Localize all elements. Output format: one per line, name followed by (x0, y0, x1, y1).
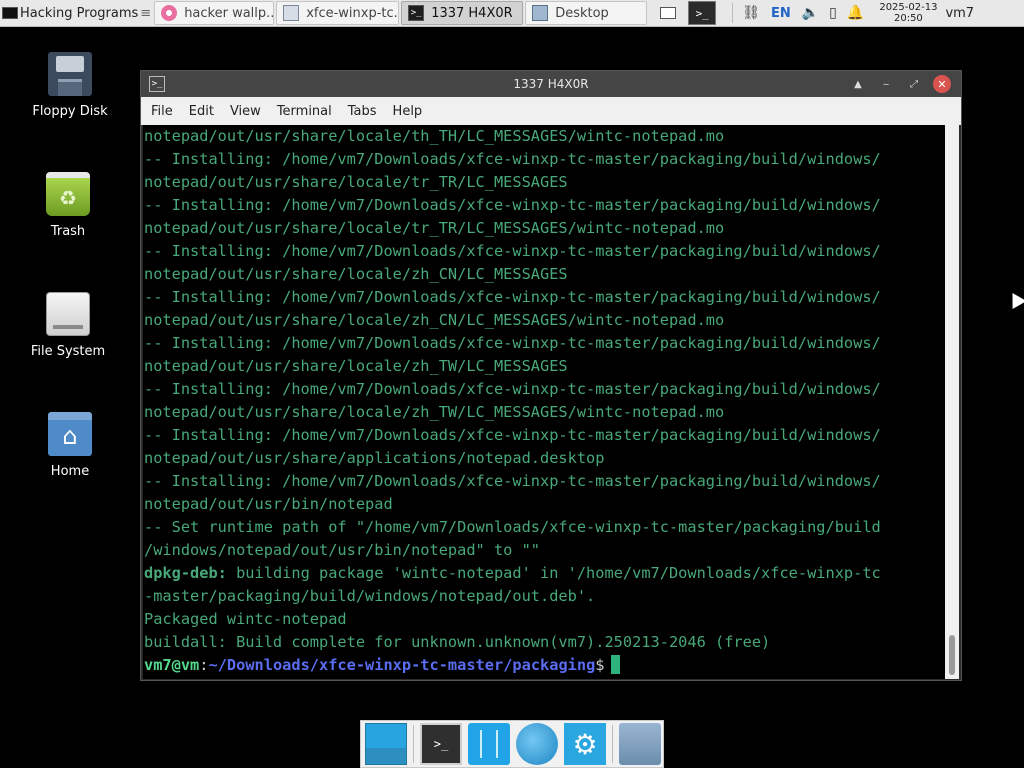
task-label: hacker wallp... (184, 5, 275, 21)
desktop-icon (532, 5, 549, 21)
menu-edit[interactable]: Edit (181, 104, 222, 119)
menu-terminal[interactable]: Terminal (269, 104, 340, 119)
scrollbar-thumb[interactable] (949, 635, 955, 675)
floppy-disk-icon (48, 52, 92, 96)
output-line: notepad/out/usr/share/applications/notep… (144, 449, 605, 467)
prompt-user: vm7@vm (144, 656, 200, 674)
file-manager-icon[interactable] (468, 723, 510, 765)
browser-icon (161, 5, 178, 21)
desktop-icon-file-system[interactable]: File System (18, 292, 118, 359)
applications-menu-label: Hacking Programs (20, 5, 139, 21)
clock[interactable]: 2025-02-13 20:50 (879, 2, 937, 24)
task-terminal[interactable]: >_ 1337 H4X0R (401, 1, 524, 25)
output-line: -- Installing: /home/vm7/Downloads/xfce-… (144, 196, 881, 214)
folder-icon[interactable] (619, 723, 661, 765)
task-label: 1337 H4X0R (431, 5, 513, 21)
output-line: -- Installing: /home/vm7/Downloads/xfce-… (144, 150, 881, 168)
folder-icon (283, 5, 300, 21)
scrollbar[interactable] (945, 125, 959, 679)
applications-menu-button[interactable]: Hacking Programs ≡ (0, 0, 153, 27)
output-line: -- Installing: /home/vm7/Downloads/xfce-… (144, 380, 881, 398)
user-menu[interactable]: vm7 (945, 6, 974, 21)
dock: >_ ⚙ (360, 720, 664, 768)
separator (612, 725, 613, 763)
output-line: -- Installing: /home/vm7/Downloads/xfce-… (144, 472, 881, 490)
desktop-icon-trash[interactable]: Trash (18, 172, 118, 239)
volume-icon[interactable]: 🔈 (802, 5, 819, 21)
minimize-button[interactable]: ‒ (877, 75, 895, 93)
terminal-icon[interactable]: >_ (420, 723, 462, 765)
trash-icon (46, 172, 90, 216)
show-desktop-icon[interactable] (365, 723, 407, 765)
battery-icon[interactable]: ▯ (829, 5, 837, 21)
separator (732, 3, 734, 23)
network-icon[interactable]: ⛓ (742, 5, 760, 21)
prompt-dollar: $ (595, 656, 605, 674)
output-line: notepad/out/usr/share/locale/tr_TR/LC_ME… (144, 219, 725, 237)
output-line: -- Installing: /home/vm7/Downloads/xfce-… (144, 334, 881, 352)
close-button[interactable]: ✕ (933, 75, 951, 93)
menu-icon (2, 7, 18, 19)
output-line: notepad/out/usr/share/locale/th_TH/LC_ME… (144, 127, 725, 145)
text-cursor[interactable] (610, 655, 620, 674)
clock-date: 2025-02-13 (879, 2, 938, 13)
output-line: /windows/notepad/out/usr/bin/notepad" to… (144, 541, 541, 559)
terminal-launcher-icon[interactable]: >_ (688, 1, 717, 25)
home-folder-icon (48, 412, 92, 456)
desktop-icon-home[interactable]: Home (20, 412, 120, 479)
output-line: -- Installing: /home/vm7/Downloads/xfce-… (144, 426, 881, 444)
terminal-window: >_ 1337 H4X0R ▲ ‒ ⤢ ✕ File Edit View Ter… (140, 70, 962, 681)
menu-view[interactable]: View (222, 104, 269, 119)
terminal-output[interactable]: notepad/out/usr/share/locale/th_TH/LC_ME… (143, 125, 947, 679)
clock-time: 20:50 (893, 13, 923, 24)
window-titlebar[interactable]: >_ 1337 H4X0R ▲ ‒ ⤢ ✕ (141, 71, 961, 97)
terminal-icon: >_ (408, 5, 425, 21)
menu-handle-icon: ≡ (140, 5, 152, 21)
desktop-icon-floppy-disk[interactable]: Floppy Disk (20, 52, 120, 119)
prompt-path: ~/Downloads/xfce-winxp-tc-master/packagi… (208, 656, 596, 674)
task-label: xfce-winxp-tc... (306, 5, 400, 21)
output-line: notepad/out/usr/share/locale/tr_TR/LC_ME… (144, 173, 568, 191)
keyboard-layout[interactable]: EN (771, 6, 791, 21)
file-system-icon (46, 292, 90, 336)
output-line: -- Installing: /home/vm7/Downloads/xfce-… (144, 288, 881, 306)
desktop-icon-label: Home (50, 464, 90, 479)
output-line: -- Installing: /home/vm7/Downloads/xfce-… (144, 242, 881, 260)
terminal-icon: >_ (149, 76, 165, 92)
menu-file[interactable]: File (143, 104, 181, 119)
menu-help[interactable]: Help (385, 104, 431, 119)
menubar: File Edit View Terminal Tabs Help (141, 97, 961, 125)
menu-tabs[interactable]: Tabs (340, 104, 385, 119)
task-label: Desktop (555, 5, 609, 21)
output-line: notepad/out/usr/bin/notepad (144, 495, 393, 513)
window-switcher-icon[interactable] (660, 7, 677, 19)
task-browser[interactable]: hacker wallp... (154, 1, 275, 25)
output-line: -master/packaging/build/windows/notepad/… (144, 587, 596, 605)
settings-icon[interactable]: ⚙ (564, 723, 606, 765)
dpkg-label: dpkg-deb: (144, 564, 227, 582)
output-line: notepad/out/usr/share/locale/zh_TW/LC_ME… (144, 403, 725, 421)
output-line: notepad/out/usr/share/locale/zh_CN/LC_ME… (144, 311, 725, 329)
notification-bell-icon[interactable]: 🔔 (847, 5, 864, 21)
task-file-manager[interactable]: xfce-winxp-tc... (276, 1, 400, 25)
shade-button[interactable]: ▲ (849, 75, 867, 93)
web-browser-icon[interactable] (516, 723, 558, 765)
task-desktop[interactable]: Desktop (525, 1, 648, 25)
desktop-icon-label: Floppy Disk (32, 104, 108, 119)
desktop-icon-label: Trash (50, 224, 86, 239)
output-line: buildall: Build complete for unknown.unk… (144, 633, 771, 651)
maximize-button[interactable]: ⤢ (905, 75, 923, 93)
output-line: notepad/out/usr/share/locale/zh_TW/LC_ME… (144, 357, 568, 375)
output-line: Packaged wintc-notepad (144, 610, 347, 628)
output-line: building package 'wintc-notepad' in '/ho… (226, 564, 881, 582)
separator (413, 725, 414, 763)
output-line: -- Set runtime path of "/home/vm7/Downlo… (144, 518, 881, 536)
window-title: 1337 H4X0R (513, 77, 589, 91)
desktop-icon-label: File System (30, 344, 106, 359)
top-panel: Hacking Programs ≡ hacker wallp... xfce-… (0, 0, 1024, 27)
output-line: notepad/out/usr/share/locale/zh_CN/LC_ME… (144, 265, 568, 283)
